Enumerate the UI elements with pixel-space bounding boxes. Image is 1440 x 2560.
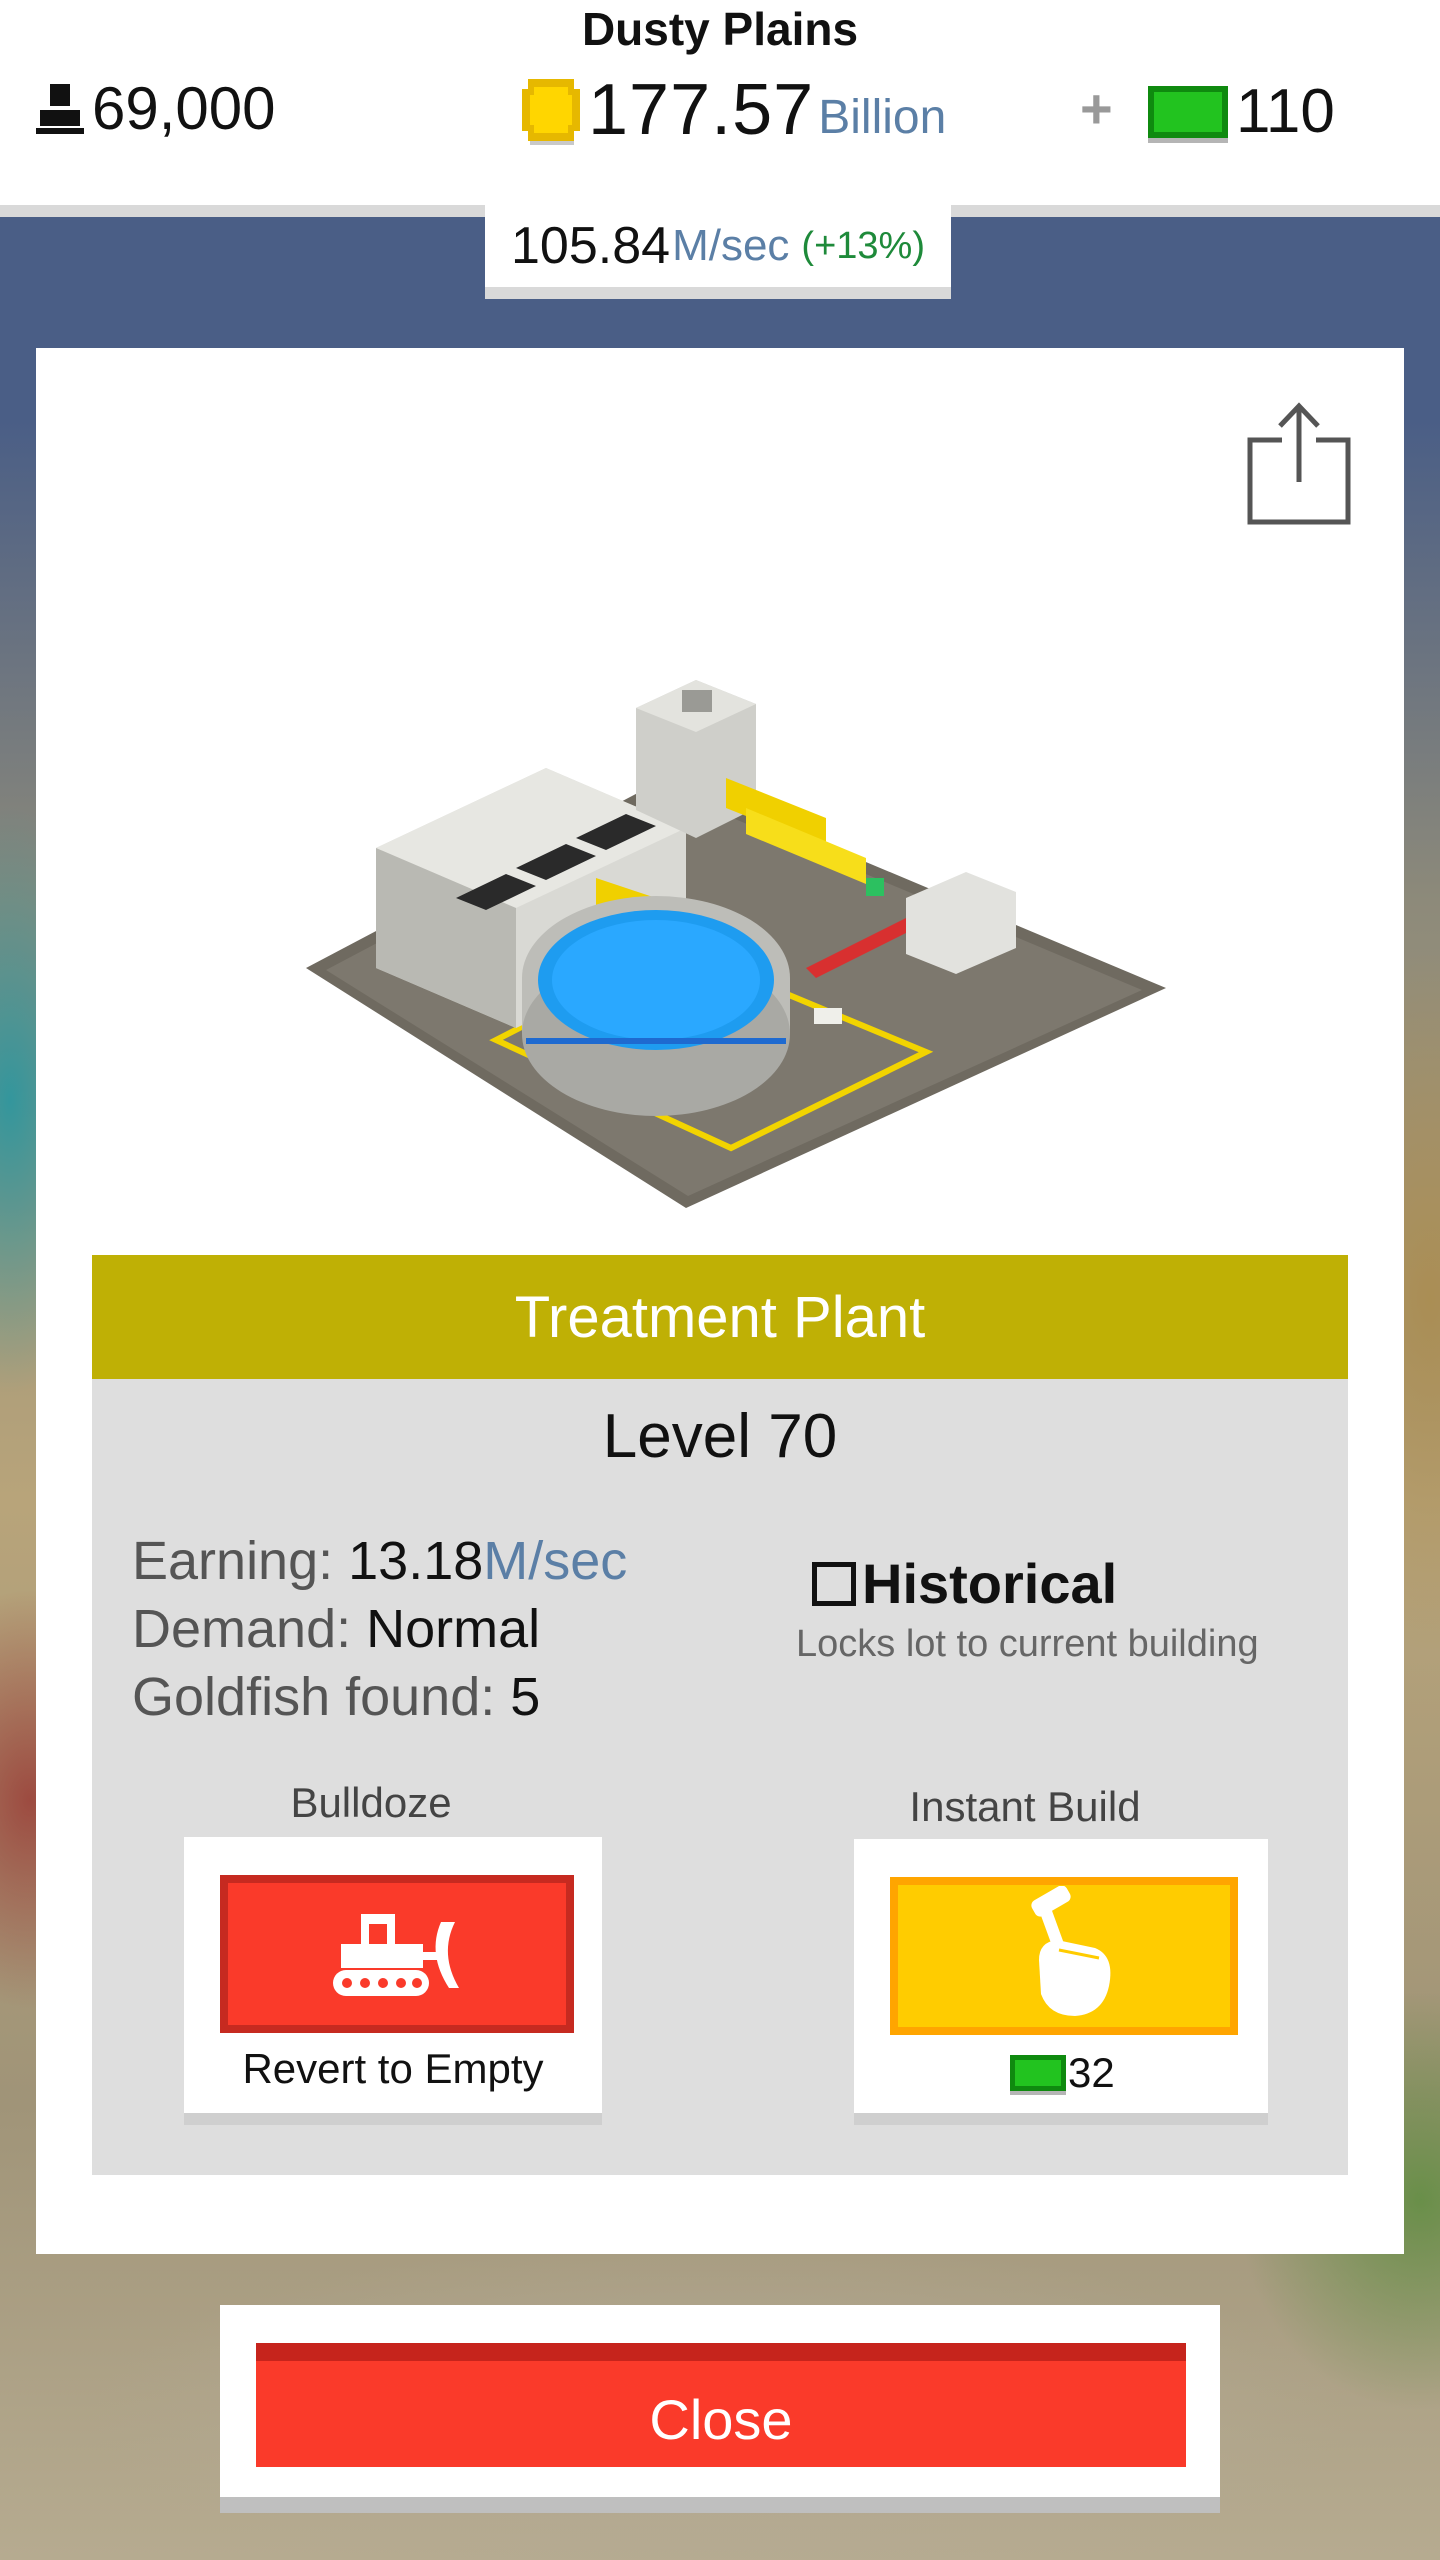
close-button-frame: Close bbox=[220, 2305, 1220, 2513]
building-illustration bbox=[306, 680, 1166, 1208]
person-icon bbox=[36, 84, 84, 134]
coin-counter: 177.57 Billion bbox=[520, 70, 946, 150]
cash-amount: 110 bbox=[1236, 77, 1335, 146]
demand-label: Demand: bbox=[132, 1599, 367, 1659]
rate-unit: M/sec bbox=[672, 221, 790, 270]
cash-icon bbox=[1148, 85, 1228, 138]
goldfish-row: Goldfish found: 5 bbox=[132, 1663, 627, 1731]
instant-build-button[interactable] bbox=[890, 1877, 1238, 2035]
goldfish-value: 5 bbox=[510, 1667, 541, 1727]
cash-icon bbox=[1010, 2055, 1066, 2091]
earning-unit: M/sec bbox=[483, 1531, 628, 1591]
building-name-bar: Treatment Plant bbox=[92, 1255, 1348, 1379]
population-value: 69,000 bbox=[92, 74, 276, 142]
close-button[interactable]: Close bbox=[256, 2343, 1186, 2467]
building-dialog: Treatment Plant Level 70 Earning: 13.18M… bbox=[36, 348, 1404, 2254]
building-stats: Earning: 13.18M/sec Demand: Normal Goldf… bbox=[132, 1527, 627, 1731]
cash-counter[interactable]: 110 bbox=[1148, 76, 1335, 147]
buy-cash-button[interactable]: + bbox=[1080, 76, 1113, 141]
earning-row: Earning: 13.18M/sec bbox=[132, 1527, 627, 1595]
bulldoze-caption: Revert to Empty bbox=[242, 2045, 544, 2092]
historical-checkbox[interactable] bbox=[812, 1561, 856, 1606]
coin-icon bbox=[522, 79, 580, 145]
building-info-panel: Level 70 Earning: 13.18M/sec Demand: Nor… bbox=[92, 1379, 1348, 2175]
demand-value: Normal bbox=[366, 1599, 541, 1659]
demand-row: Demand: Normal bbox=[132, 1595, 627, 1663]
historical-description: Locks lot to current building bbox=[796, 1623, 1259, 1665]
share-icon[interactable] bbox=[1244, 398, 1354, 530]
instant-build-title: Instant Build bbox=[909, 1783, 1141, 1830]
bulldoze-title: Bulldoze bbox=[290, 1779, 452, 1826]
instant-build-cost: 32 bbox=[1010, 2049, 1115, 2097]
top-hud: Dusty Plains 69,000 177.57 Billion + 110 bbox=[0, 0, 1440, 217]
rate-value: 105.84 bbox=[511, 217, 671, 275]
bulldozer-icon bbox=[333, 1914, 459, 1996]
earning-value: 13.18 bbox=[348, 1531, 484, 1591]
hammer-hand-icon bbox=[1031, 1886, 1111, 2016]
building-level: Level 70 bbox=[602, 1402, 838, 1471]
historical-label: Historical bbox=[862, 1552, 1118, 1615]
instant-build-card: 32 bbox=[854, 1839, 1268, 2125]
instant-build-cost-value: 32 bbox=[1068, 2049, 1115, 2096]
coin-amount: 177.57 bbox=[588, 70, 815, 150]
income-rate-tab: 105.84 M/sec (+13%) bbox=[485, 205, 951, 299]
historical-toggle[interactable]: Historical Locks lot to current building bbox=[796, 1551, 1259, 1665]
population-counter: 69,000 bbox=[36, 72, 276, 144]
coin-unit: Billion bbox=[818, 90, 947, 144]
earning-label: Earning: bbox=[132, 1531, 349, 1591]
goldfish-label: Goldfish found: bbox=[132, 1667, 511, 1727]
bulldoze-card: Revert to Empty bbox=[184, 1837, 602, 2125]
bulldoze-button[interactable] bbox=[220, 1875, 574, 2033]
city-name: Dusty Plains bbox=[581, 3, 859, 55]
rate-change: (+13%) bbox=[801, 224, 925, 267]
